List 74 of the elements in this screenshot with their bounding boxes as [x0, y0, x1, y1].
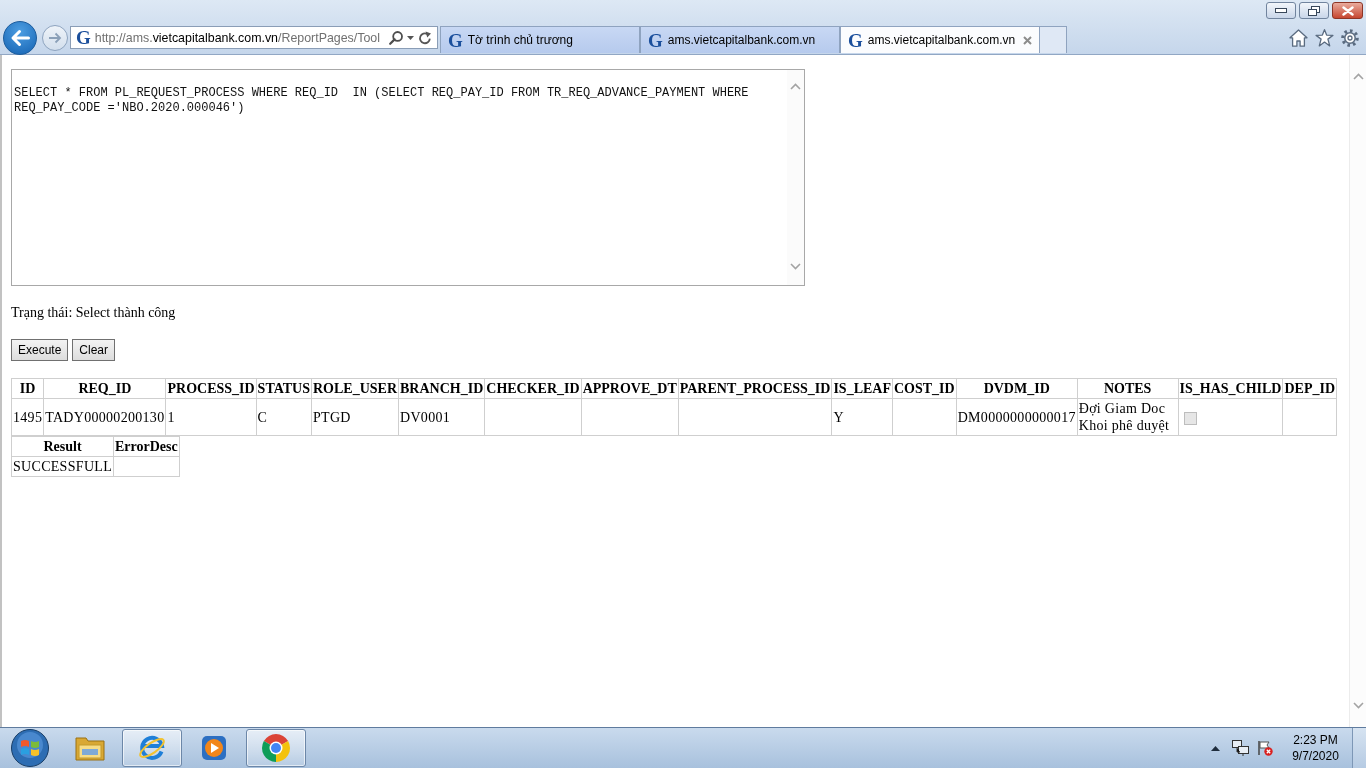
window-flag-icon: [11, 729, 49, 767]
flag-error-icon[interactable]: [1257, 740, 1273, 756]
address-bar[interactable]: G http://ams.vietcapitalbank.com.vn/ReportPages/Tool: [70, 26, 438, 49]
browser-tab[interactable]: G ams.vietcapitalbank.com.vn: [840, 26, 1040, 53]
minimize-button[interactable]: [1266, 2, 1296, 19]
column-header: DVDM_ID: [956, 378, 1078, 399]
favicon-icon: G: [648, 30, 663, 50]
column-header: IS_HAS_CHILD: [1178, 378, 1283, 399]
column-header: COST_ID: [892, 378, 957, 399]
favicon-icon: G: [848, 30, 863, 50]
play-icon: [201, 735, 227, 761]
caret-icon[interactable]: [407, 35, 414, 40]
column-header: PARENT_PROCESS_ID: [678, 378, 832, 399]
favicon-icon: G: [448, 30, 463, 50]
column-header: CHECKER_ID: [484, 378, 582, 399]
execute-button[interactable]: Execute: [11, 339, 69, 361]
url-text: http://ams.: [94, 30, 153, 45]
close-button[interactable]: [1332, 2, 1363, 19]
table-cell: [113, 456, 180, 477]
query-textarea[interactable]: SELECT * FROM PL_REQUEST_PROCESS WHERE REQ_ID IN (SELECT REQ_PAY_ID FROM TR_REQ_ADVANCE_PAYMENT WHERE REQ_PAY_CODE ='NBO.2020.000046'): [11, 69, 805, 286]
table-cell: Y: [831, 398, 893, 436]
table-cell: 1: [165, 398, 257, 436]
arrow-left-icon: [10, 28, 30, 47]
column-header: DEP_ID: [1282, 378, 1337, 399]
monitor-icon[interactable]: [1232, 740, 1249, 756]
table-cell: SUCCESSFULL: [11, 456, 114, 477]
table-cell: PTGD: [311, 398, 399, 436]
taskbar-button[interactable]: [246, 729, 306, 767]
arrow-right-icon: [48, 31, 62, 44]
refresh-icon[interactable]: [418, 30, 432, 45]
minimize-icon: [1275, 8, 1287, 13]
clock-time[interactable]: 2:23 PM: [1293, 732, 1338, 748]
circle-logo-icon: [261, 733, 291, 763]
restore-button[interactable]: [1299, 2, 1329, 19]
close-icon: [1341, 5, 1354, 16]
caret-up-icon[interactable]: [1211, 745, 1220, 751]
column-header: Result: [11, 436, 114, 457]
column-header: NOTES: [1077, 378, 1178, 399]
browser-tab[interactable]: G ams.vietcapitalbank.com.vn: [640, 26, 840, 53]
column-header: STATUS: [256, 378, 312, 399]
status-text: Trạng thái: Select thành công: [11, 305, 177, 321]
table-cell: Đợi Giam Doc Khoi phê duyệt: [1077, 398, 1178, 436]
column-header: IS_LEAF: [831, 378, 893, 399]
clear-button[interactable]: Clear: [72, 339, 116, 361]
url-text: vietcapitalbank.com.vn: [152, 30, 278, 45]
favicon-icon: G: [76, 28, 91, 47]
browser-tab[interactable]: G Tờ trình chủ trương: [440, 26, 640, 53]
restore-icon: [1308, 5, 1320, 16]
column-header: PROCESS_ID: [165, 378, 257, 399]
column-header: ROLE_USER: [311, 378, 399, 399]
e-logo-icon: [137, 733, 167, 763]
table-cell: DM0000000000017: [956, 398, 1078, 436]
gear-icon[interactable]: [1341, 28, 1359, 47]
back-button[interactable]: [3, 20, 37, 55]
table-cell: 1495: [11, 398, 44, 436]
chevron-up-icon: [790, 83, 801, 90]
table-cell: DV0001: [398, 398, 485, 436]
home-icon[interactable]: [1289, 28, 1308, 47]
taskbar-button[interactable]: [122, 729, 182, 767]
table-cell: [892, 398, 957, 436]
column-header: BRANCH_ID: [398, 378, 485, 399]
column-header: APPROVE_DT: [581, 378, 679, 399]
search-icon[interactable]: [389, 30, 403, 45]
column-header: ErrorDesc: [113, 436, 180, 457]
url-text: /ReportPages/Tool: [278, 30, 380, 45]
folder-icon: [75, 735, 105, 761]
star-icon[interactable]: [1315, 28, 1334, 47]
chevron-down-icon: [790, 263, 801, 270]
clock-date[interactable]: 9/7/2020: [1292, 748, 1339, 764]
table-cell: C: [256, 398, 312, 436]
column-header: REQ_ID: [43, 378, 166, 399]
close-icon[interactable]: [1023, 35, 1032, 45]
column-header: ID: [11, 378, 44, 399]
table-cell: TADY00000200130: [43, 398, 166, 436]
